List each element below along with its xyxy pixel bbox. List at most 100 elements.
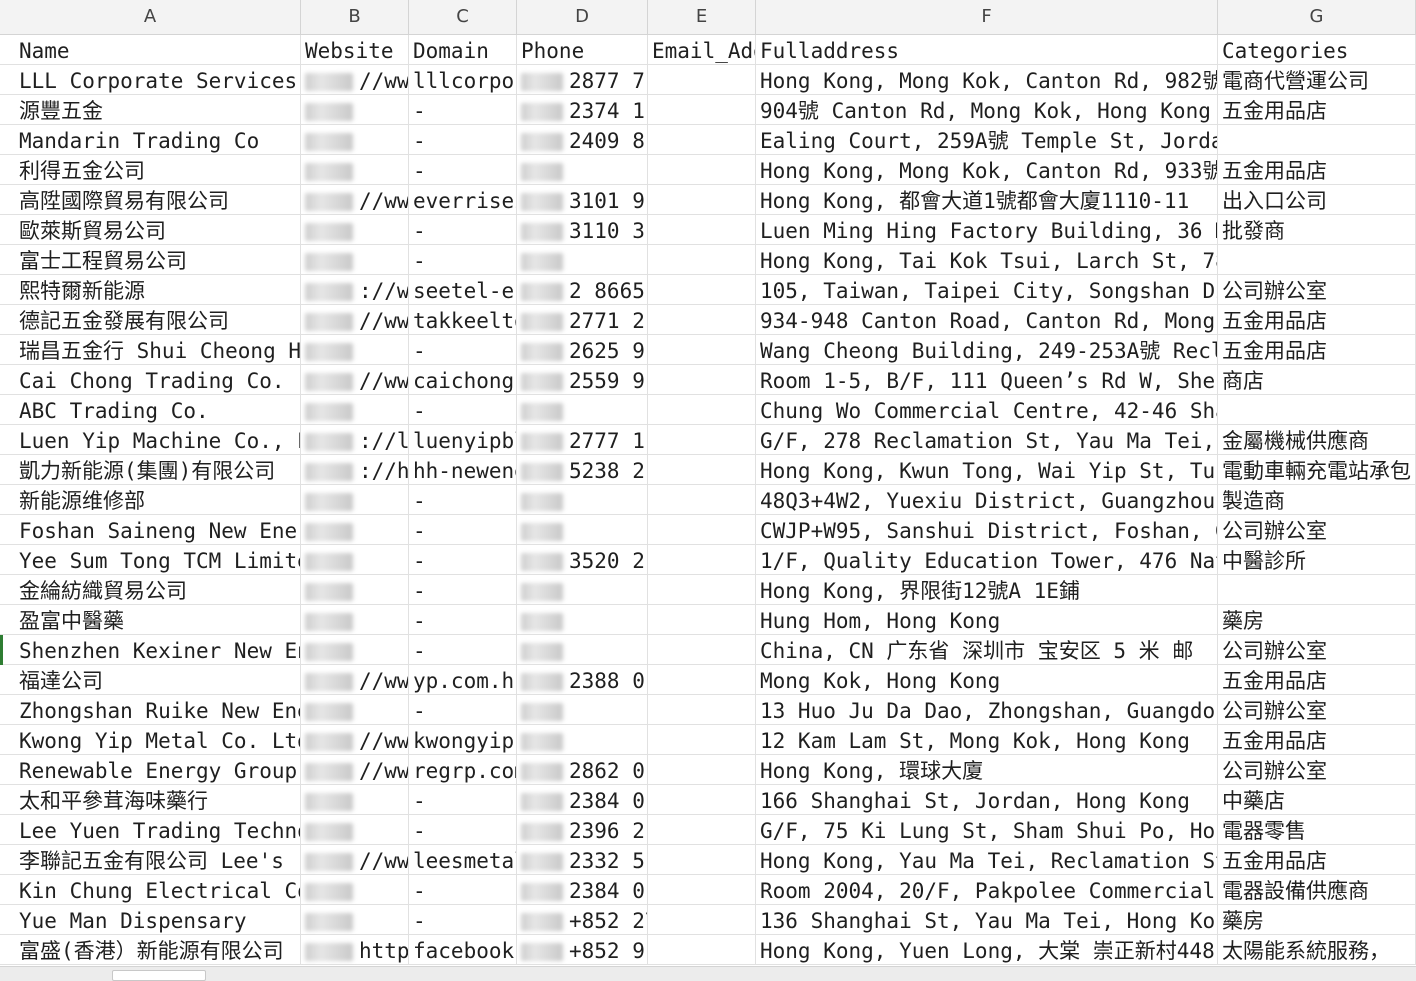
cell-name[interactable]: 新能源维修部 <box>15 485 301 515</box>
cell-website[interactable] <box>301 605 409 635</box>
cell-email[interactable] <box>648 485 756 515</box>
cell-header-fulladdress[interactable]: Fulladdress <box>756 35 1218 65</box>
cell-website[interactable] <box>301 95 409 125</box>
cell-fulladdress[interactable]: CWJP+W95, Sanshui District, Foshan, Gu <box>756 515 1218 545</box>
cell-website[interactable] <box>301 545 409 575</box>
cell-name[interactable]: 利得五金公司 <box>15 155 301 185</box>
cell-categories[interactable] <box>1218 575 1416 605</box>
cell-domain[interactable]: leesmetal <box>409 845 517 875</box>
cell-email[interactable] <box>648 425 756 455</box>
cell-domain[interactable]: - <box>409 695 517 725</box>
cell-fulladdress[interactable]: Ealing Court, 259A號 Temple St, Jordan <box>756 125 1218 155</box>
cell-phone[interactable]: 2625 9 <box>517 335 648 365</box>
cell-categories[interactable]: 五金用品店 <box>1218 335 1416 365</box>
column-header-f[interactable]: F <box>756 0 1218 34</box>
cell-email[interactable] <box>648 455 756 485</box>
cell-email[interactable] <box>648 185 756 215</box>
cell-email[interactable] <box>648 275 756 305</box>
cell-phone[interactable]: 2396 2 <box>517 815 648 845</box>
cell-categories[interactable]: 金屬機械供應商 <box>1218 425 1416 455</box>
cell-fulladdress[interactable]: Wang Cheong Building, 249-253A號 Recla <box>756 335 1218 365</box>
cell-name[interactable]: Yue Man Dispensary <box>15 905 301 935</box>
cell-email[interactable] <box>648 215 756 245</box>
cell-fulladdress[interactable]: 1/F, Quality Education Tower, 476 Nath <box>756 545 1218 575</box>
cell-categories[interactable] <box>1218 125 1416 155</box>
cell-name[interactable]: Yee Sum Tong TCM Limited <box>15 545 301 575</box>
cell-website[interactable] <box>301 245 409 275</box>
cell-email[interactable] <box>648 95 756 125</box>
cell-domain[interactable]: - <box>409 785 517 815</box>
column-header-a[interactable]: A <box>0 0 301 34</box>
cell-domain[interactable]: hh-newene <box>409 455 517 485</box>
cell-website[interactable] <box>301 485 409 515</box>
cell-fulladdress[interactable]: Hong Kong, 環球大廈 <box>756 755 1218 785</box>
cell-website[interactable] <box>301 695 409 725</box>
cell-categories[interactable]: 公司辦公室 <box>1218 515 1416 545</box>
cell-phone[interactable]: 2332 5 <box>517 845 648 875</box>
cell-domain[interactable]: - <box>409 635 517 665</box>
cell-name[interactable]: Kin Chung Electrical Co <box>15 875 301 905</box>
cell-website[interactable] <box>301 635 409 665</box>
cell-domain[interactable]: - <box>409 875 517 905</box>
cell-domain[interactable]: lllcorpor <box>409 65 517 95</box>
cell-website[interactable]: //ww <box>301 365 409 395</box>
cell-name[interactable]: Foshan Saineng New Energ <box>15 515 301 545</box>
cell-fulladdress[interactable]: Hong Kong, 都會大道1號都會大廈1110-11 <box>756 185 1218 215</box>
cell-fulladdress[interactable]: 105, Taiwan, Taipei City, Songshan Dis <box>756 275 1218 305</box>
cell-phone[interactable] <box>517 395 648 425</box>
cell-domain[interactable]: luenyipbl <box>409 425 517 455</box>
cell-website[interactable]: //ww <box>301 755 409 785</box>
cell-categories[interactable]: 商店 <box>1218 365 1416 395</box>
cell-fulladdress[interactable]: Room 2004, 20/F, Pakpolee Commercial C <box>756 875 1218 905</box>
cell-website[interactable] <box>301 875 409 905</box>
cell-website[interactable]: //ww <box>301 665 409 695</box>
cell-fulladdress[interactable]: 934-948 Canton Road, Canton Rd, Mong K <box>756 305 1218 335</box>
cell-email[interactable] <box>648 65 756 95</box>
cell-email[interactable] <box>648 125 756 155</box>
cell-name[interactable]: Mandarin Trading Co <box>15 125 301 155</box>
cell-name[interactable]: 高陞國際貿易有限公司 <box>15 185 301 215</box>
cell-email[interactable] <box>648 935 756 965</box>
cell-domain[interactable]: - <box>409 905 517 935</box>
cell-phone[interactable] <box>517 725 648 755</box>
cell-domain[interactable]: - <box>409 335 517 365</box>
cell-website[interactable] <box>301 155 409 185</box>
cell-domain[interactable]: caichong. <box>409 365 517 395</box>
cell-categories[interactable]: 公司辦公室 <box>1218 755 1416 785</box>
cell-domain[interactable]: - <box>409 485 517 515</box>
cell-categories[interactable]: 藥房 <box>1218 605 1416 635</box>
cell-email[interactable] <box>648 335 756 365</box>
cell-fulladdress[interactable]: Hong Kong, Yuen Long, 大棠 崇正新村448 <box>756 935 1218 965</box>
cell-categories[interactable]: 電器設備供應商 <box>1218 875 1416 905</box>
cell-fulladdress[interactable]: 136 Shanghai St, Yau Ma Tei, Hong Kong <box>756 905 1218 935</box>
cell-domain[interactable]: takkeeltd <box>409 305 517 335</box>
cell-website[interactable]: https://w <box>301 935 409 965</box>
cell-email[interactable] <box>648 755 756 785</box>
cell-categories[interactable]: 五金用品店 <box>1218 305 1416 335</box>
cell-name[interactable]: Kwong Yip Metal Co. Ltd. <box>15 725 301 755</box>
cell-categories[interactable]: 電商代營運公司 <box>1218 65 1416 95</box>
cell-name[interactable]: Zhongshan Ruike New Ener <box>15 695 301 725</box>
cell-domain[interactable]: facebook. <box>409 935 517 965</box>
cell-email[interactable] <box>648 515 756 545</box>
cell-name[interactable]: 李聯記五金有限公司 Lee's <box>15 845 301 875</box>
cell-categories[interactable]: 批發商 <box>1218 215 1416 245</box>
cell-email[interactable] <box>648 905 756 935</box>
cell-fulladdress[interactable]: Luen Ming Hing Factory Building, 36 Mo <box>756 215 1218 245</box>
cell-website[interactable] <box>301 905 409 935</box>
cell-phone[interactable] <box>517 635 648 665</box>
cell-categories[interactable]: 五金用品店 <box>1218 725 1416 755</box>
horizontal-scrollbar[interactable] <box>0 966 1416 981</box>
cell-email[interactable] <box>648 605 756 635</box>
cell-fulladdress[interactable]: China, CN 广东省 深圳市 宝安区 5 米 邮 <box>756 635 1218 665</box>
cell-categories[interactable]: 電器零售 <box>1218 815 1416 845</box>
cell-header-phone[interactable]: Phone <box>517 35 648 65</box>
cell-phone[interactable] <box>517 485 648 515</box>
cell-categories[interactable] <box>1218 395 1416 425</box>
column-header-b[interactable]: B <box>301 0 409 34</box>
cell-phone[interactable]: 5238 2 <box>517 455 648 485</box>
cell-phone[interactable] <box>517 155 648 185</box>
cell-header-website[interactable]: Website <box>301 35 409 65</box>
cell-name[interactable]: 富盛(香港）新能源有限公司 <box>15 935 301 965</box>
cell-fulladdress[interactable]: Mong Kok, Hong Kong <box>756 665 1218 695</box>
